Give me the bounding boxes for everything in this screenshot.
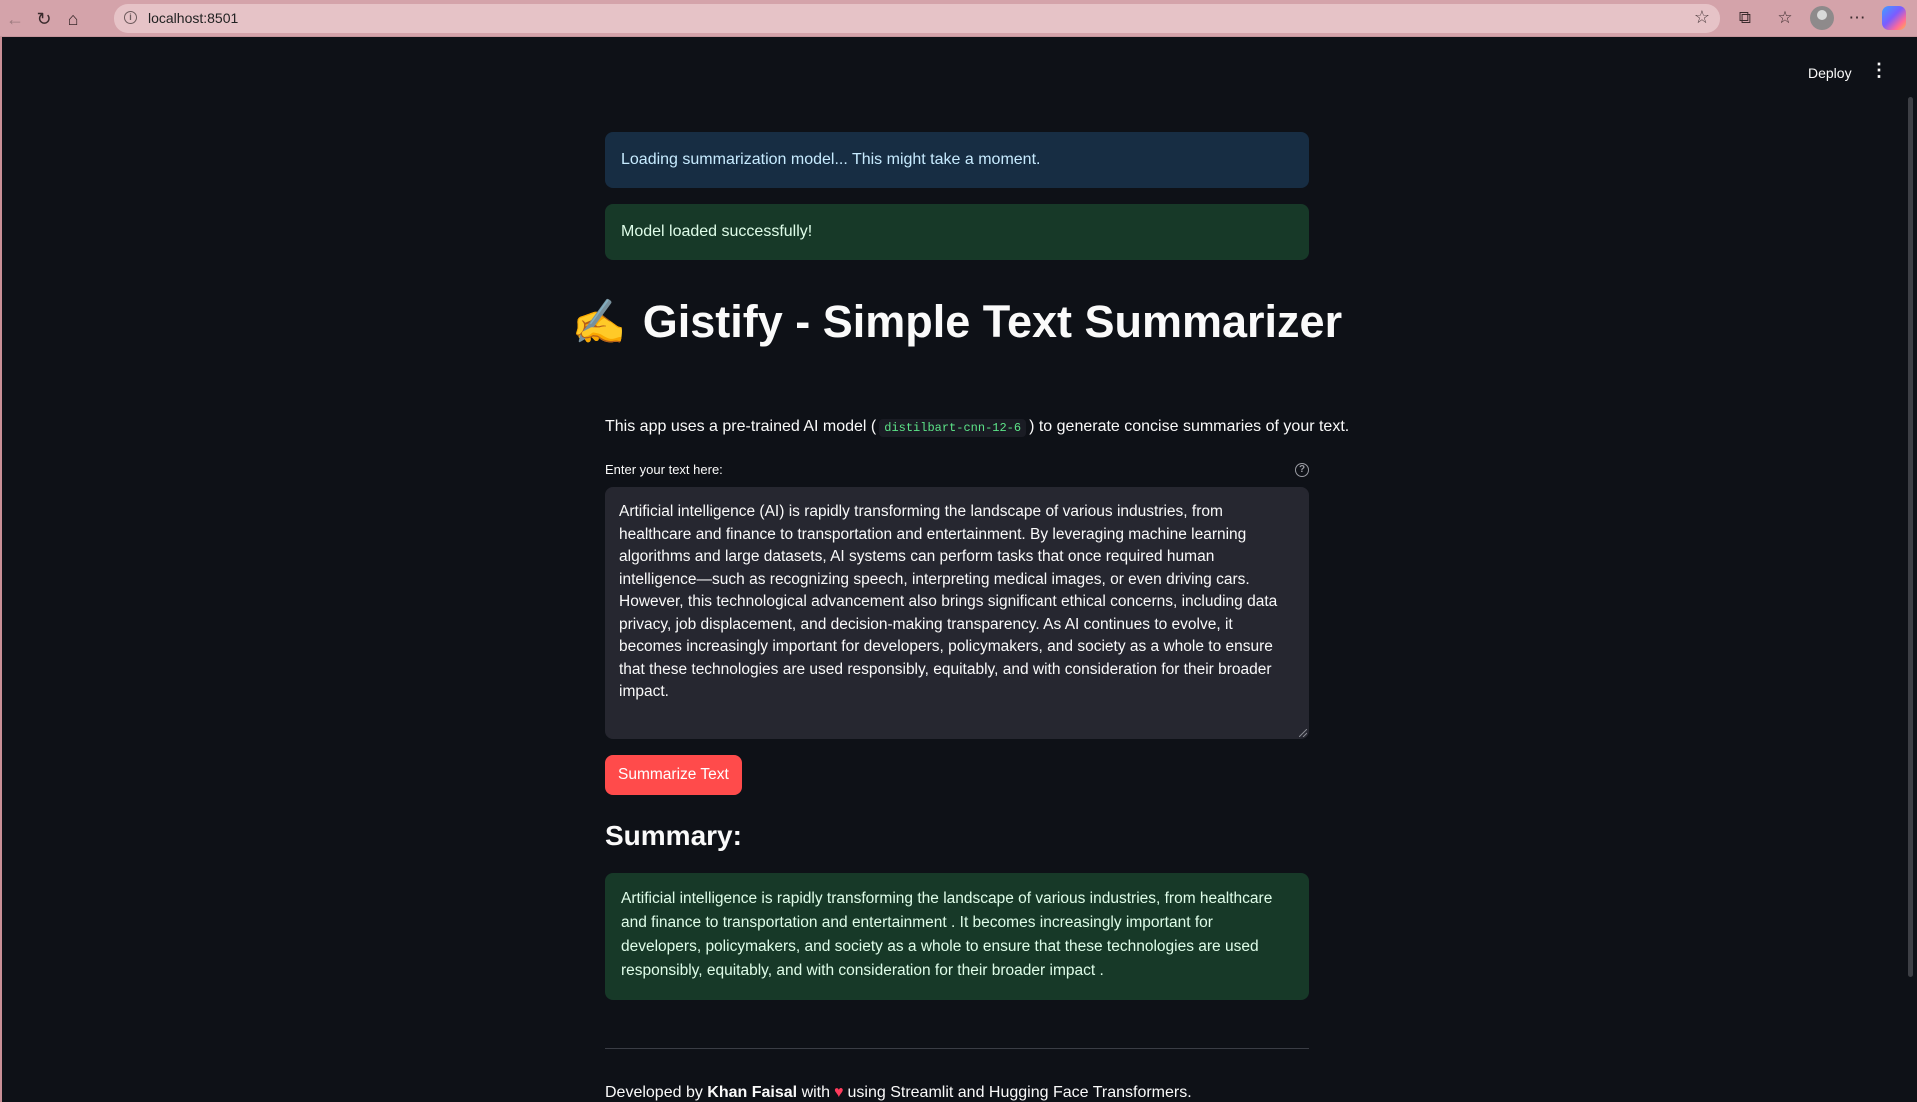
intro-text: This app uses a pre-trained AI model (di… bbox=[605, 418, 1365, 437]
text-input-label: Enter your text here: bbox=[605, 462, 723, 477]
summarize-button[interactable]: Summarize Text bbox=[605, 755, 742, 795]
deploy-button[interactable]: Deploy bbox=[1798, 61, 1862, 85]
kebab-menu-icon[interactable]: ⋮ bbox=[1870, 59, 1888, 81]
profile-avatar[interactable] bbox=[1810, 6, 1834, 30]
footer-author: Khan Faisal bbox=[707, 1084, 798, 1101]
address-bar[interactable]: i localhost:8501 ☆ bbox=[114, 4, 1720, 33]
success-alert-text: Model loaded successfully! bbox=[621, 223, 813, 240]
footer-suffix: using Streamlit and Hugging Face Transfo… bbox=[847, 1084, 1192, 1101]
more-options-icon[interactable]: ⋯ bbox=[1845, 7, 1869, 29]
heart-icon: ♥ bbox=[834, 1084, 844, 1101]
favorites-icon[interactable]: ☆ bbox=[1773, 7, 1797, 29]
divider bbox=[605, 1048, 1309, 1049]
app-container: Deploy ⋮ Loading summarization model... … bbox=[0, 37, 1917, 1102]
extensions-icon[interactable]: ⧉ bbox=[1733, 7, 1757, 29]
intro-before: This app uses a pre-trained AI model ( bbox=[605, 418, 877, 435]
page-title-text: Gistify - Simple Text Summarizer bbox=[642, 296, 1343, 347]
favorite-star-icon[interactable]: ☆ bbox=[1694, 7, 1710, 28]
home-icon[interactable]: ⌂ bbox=[62, 8, 84, 30]
intro-after: ) to generate concise summaries of your … bbox=[1029, 418, 1350, 435]
reload-icon[interactable]: ↻ bbox=[33, 8, 55, 30]
copilot-icon[interactable] bbox=[1882, 6, 1906, 30]
success-alert: Model loaded successfully! bbox=[605, 204, 1309, 260]
resize-handle-icon[interactable] bbox=[1299, 729, 1307, 737]
summary-output: Artificial intelligence is rapidly trans… bbox=[605, 873, 1309, 1000]
info-alert-text: Loading summarization model... This migh… bbox=[621, 151, 1041, 168]
summary-heading: Summary: bbox=[605, 820, 742, 851]
page-title: ✍️ Gistify - Simple Text Summarizer bbox=[572, 287, 1342, 357]
browser-toolbar: ← ↻ ⌂ i localhost:8501 ☆ ⧉ ☆ ⋯ bbox=[0, 0, 1917, 37]
help-icon[interactable]: ? bbox=[1295, 463, 1309, 477]
footer: Developed by Khan Faisal with ♥ using Stre… bbox=[605, 1084, 1192, 1102]
info-alert: Loading summarization model... This migh… bbox=[605, 132, 1309, 188]
summary-text: Artificial intelligence is rapidly trans… bbox=[621, 890, 1273, 979]
text-input-area[interactable]: Artificial intelligence (AI) is rapidly … bbox=[605, 487, 1309, 739]
footer-with: with bbox=[801, 1084, 831, 1101]
url-text[interactable]: localhost:8501 bbox=[148, 10, 238, 26]
back-icon[interactable]: ← bbox=[4, 8, 26, 30]
site-info-icon[interactable]: i bbox=[124, 11, 137, 24]
writing-hand-icon: ✍️ bbox=[571, 298, 627, 347]
scrollbar[interactable] bbox=[1908, 97, 1913, 977]
footer-prefix: Developed by bbox=[605, 1084, 703, 1101]
model-name-code: distilbart-cnn-12-6 bbox=[879, 419, 1027, 437]
